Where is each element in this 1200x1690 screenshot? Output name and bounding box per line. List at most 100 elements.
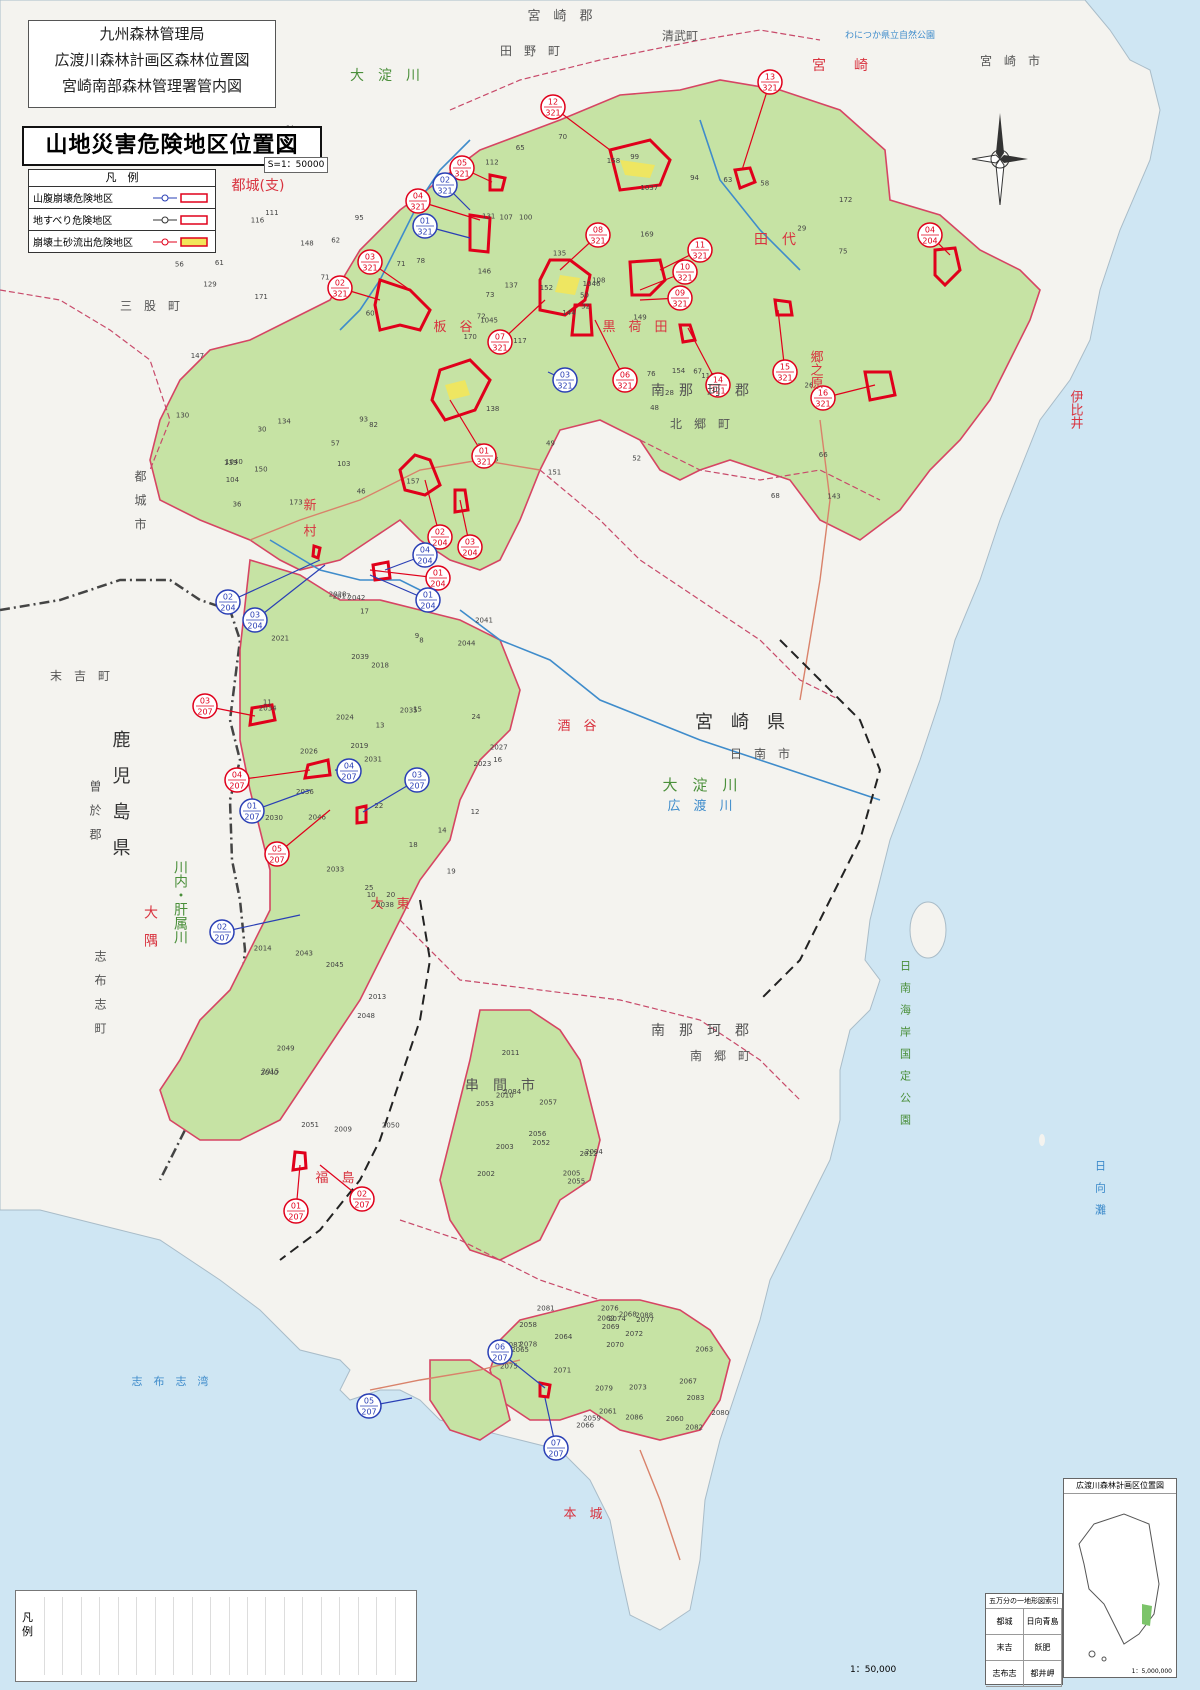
place-label-nango: 南 郷 町	[690, 1048, 750, 1063]
header-box: 九州森林管理局 広渡川森林計画区森林位置図 宮崎南部森林管理署管内図	[28, 20, 276, 108]
place-label-kuroshio: 黒 荷 田	[602, 320, 667, 335]
site-code: 321	[545, 109, 560, 118]
compartment-number: 36	[233, 500, 242, 508]
place-label-obi: 伊比井	[1068, 390, 1084, 430]
site-code: 207	[214, 934, 229, 943]
compartment-number: 2058	[519, 1321, 537, 1329]
place-label-shinmura: 新 村	[301, 497, 317, 537]
place-label-ooyodo-river: 大 淀 川	[662, 776, 737, 794]
compartment-number: 2048	[357, 1012, 375, 1020]
compartment-number: 2026	[300, 748, 318, 756]
compartment-number: 2070	[606, 1341, 624, 1349]
place-label-nichinan: 日 南 市	[730, 746, 790, 761]
site-id: 01	[247, 802, 257, 811]
site-id: 07	[551, 1439, 561, 1448]
place-label-soo-gun: 曽 於 郡	[88, 779, 102, 841]
place-label-minaminaka-gun1: 南 那 珂 郡	[651, 383, 749, 399]
place-label-hondo: 本 城	[563, 1507, 602, 1522]
place-label-ooyodo-top: 大 淀 川	[350, 68, 420, 84]
legend-row-debris-flow: 崩壊土砂流出危険地区	[29, 231, 215, 252]
compartment-number: 2033	[326, 865, 344, 873]
legend-header: 凡 例	[29, 170, 215, 187]
site-code: 204	[220, 604, 235, 613]
site-code: 207	[354, 1201, 369, 1210]
site-id: 09	[675, 289, 685, 298]
compartment-number: 148	[300, 240, 313, 248]
site-code: 321	[454, 170, 469, 179]
compartment-number: 2049	[277, 1045, 295, 1053]
compartment-number: 71	[397, 260, 406, 268]
place-label-miyazaki-ken: 宮 崎 県	[695, 712, 785, 733]
compartment-number: 71	[321, 274, 330, 282]
place-label-miyazaki-gun: 宮 崎 郡	[527, 8, 592, 24]
site-code: 321	[677, 274, 692, 283]
place-label-kiyotake: 清武町	[662, 29, 698, 43]
site-code: 204	[417, 557, 432, 566]
place-label-park-north: わにつか県立自然公園	[845, 29, 935, 41]
compartment-number: 2011	[502, 1049, 520, 1057]
compartment-number: 57	[331, 440, 340, 448]
compartment-number: 116	[251, 217, 265, 225]
compartment-number: 143	[827, 493, 840, 501]
compartment-number: 146	[478, 267, 492, 275]
compartment-number: 2086	[625, 1414, 643, 1422]
compartment-number: 144	[562, 309, 576, 317]
index-cell: 日向青島	[1024, 1609, 1062, 1635]
site-code: 207	[197, 708, 212, 717]
place-label-ootsuka: 大 東	[370, 896, 409, 912]
compartment-number: 2013	[368, 993, 386, 1001]
compartment-number: 78	[416, 257, 425, 265]
compartment-number: 8	[419, 636, 423, 644]
compartment-number: 2014	[254, 945, 272, 953]
compartment-number: 2052	[532, 1139, 550, 1147]
site-id: 03	[465, 538, 475, 547]
site-code: 321	[815, 400, 830, 409]
compartment-number: 2083	[687, 1394, 705, 1402]
site-id: 01	[433, 569, 443, 578]
site-code: 321	[410, 203, 425, 212]
location-inset-map: 広渡川森林計画区位置図 1：5,000,000	[1063, 1478, 1177, 1678]
site-code: 321	[590, 237, 605, 246]
compartment-number: 2072	[625, 1330, 643, 1338]
compartment-number: 107	[500, 214, 513, 222]
compartment-number: 2060	[666, 1415, 684, 1423]
compartment-number: 72	[477, 312, 486, 320]
compartment-number: 2050	[382, 1122, 400, 1130]
compartment-number: 130	[176, 411, 189, 419]
compartment-number: 151	[548, 468, 561, 476]
index-cell: 都城	[986, 1609, 1024, 1635]
compartment-number: 61	[215, 259, 224, 267]
office-name: 九州森林管理局	[99, 25, 205, 43]
site-code: 321	[492, 344, 507, 353]
place-label-sueyoshi: 末 吉 町	[50, 669, 110, 683]
compartment-number: 103	[337, 460, 350, 468]
compartment-number: 172	[839, 196, 852, 204]
compartment-number: 49	[546, 440, 555, 448]
site-code: 204	[430, 580, 445, 589]
site-id: 08	[593, 226, 603, 235]
compartment-number: 32	[581, 302, 590, 310]
place-label-minaminaka-gun2: 南 那 珂 郡	[651, 1023, 749, 1039]
site-id: 03	[365, 253, 375, 262]
compartment-number: 2053	[476, 1100, 494, 1108]
index-table-title: 五万分の一地形図索引	[986, 1594, 1062, 1609]
site-id: 12	[548, 98, 558, 107]
compartment-number: 2045	[326, 961, 344, 969]
compartment-number: 2005	[563, 1170, 581, 1178]
compartment-number: 68	[771, 492, 780, 500]
forest-hazard-map[interactable]: 1171161045104010468299100103714414214317…	[0, 0, 1200, 1690]
site-id: 02	[217, 923, 227, 932]
index-cell: 飫肥	[1024, 1635, 1062, 1661]
compartment-number: 13	[376, 722, 385, 730]
compartment-number: 2042	[348, 594, 366, 602]
place-label-kitago: 北 郷 町	[670, 417, 730, 431]
compartment-number: 16	[493, 756, 502, 764]
legend-row-slope-failure: 山腹崩壊危険地区	[29, 187, 215, 209]
compartment-number: 66	[819, 451, 828, 459]
compartment-number: 29	[797, 225, 806, 233]
compartment-number: 93	[359, 415, 368, 423]
compartment-number: 133	[224, 459, 237, 467]
site-id: 05	[364, 1397, 374, 1406]
compartment-number: 50	[580, 292, 589, 300]
site-id: 04	[420, 546, 430, 555]
